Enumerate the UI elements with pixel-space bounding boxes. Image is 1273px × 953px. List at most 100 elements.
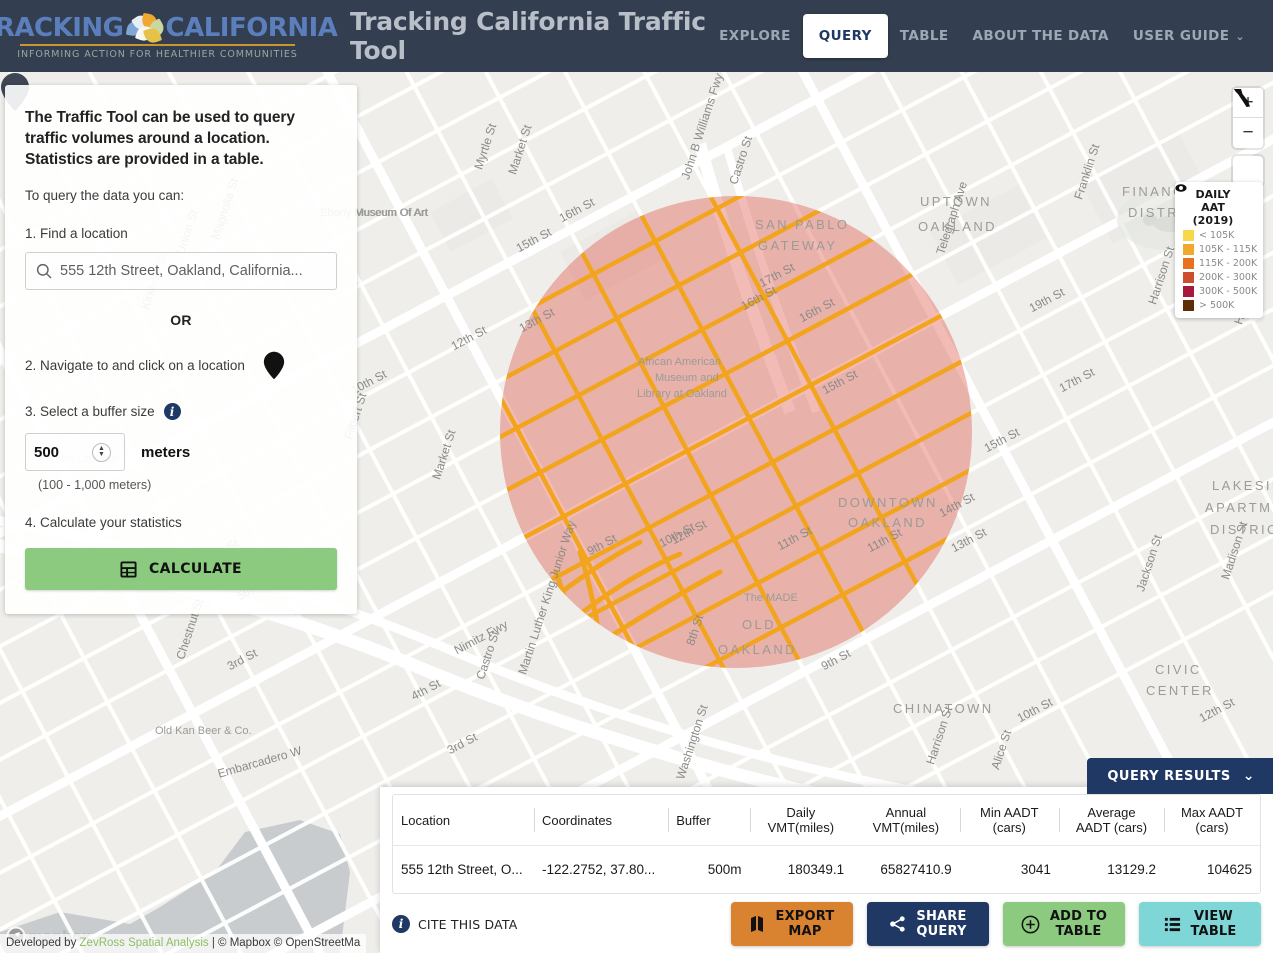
nav-item-explore[interactable]: EXPLORE bbox=[707, 19, 803, 53]
share-query-button[interactable]: SHARE QUERY bbox=[867, 902, 989, 946]
cell-daily-vmt: 180349.1 bbox=[750, 846, 853, 894]
step-1-label: 1. Find a location bbox=[25, 226, 337, 241]
legend-label: 300K - 500K bbox=[1199, 286, 1257, 297]
col-min-aadt: Min AADT (cars) bbox=[960, 795, 1059, 846]
nav-item-user-guide-label: USER GUIDE bbox=[1133, 28, 1230, 44]
export-map-button[interactable]: EXPORT MAP bbox=[731, 902, 853, 946]
step-2-label: 2. Navigate to and click on a location bbox=[25, 358, 245, 373]
tracking-california-logo[interactable]: TRACKING CALIFORNIA INFORMING ACTION FOR… bbox=[20, 13, 295, 60]
share-icon bbox=[889, 915, 906, 933]
legend-label: 200K - 300K bbox=[1199, 272, 1257, 283]
main-nav: EXPLORE QUERY TABLE ABOUT THE DATA USER … bbox=[707, 14, 1257, 58]
buffer-size-input[interactable] bbox=[34, 444, 92, 461]
legend-label: > 500K bbox=[1199, 300, 1234, 311]
view-table-button[interactable]: VIEW TABLE bbox=[1139, 902, 1261, 946]
cell-location: 555 12th Street, O... bbox=[393, 846, 534, 894]
nav-item-user-guide[interactable]: USER GUIDE ⌄ bbox=[1121, 19, 1257, 53]
legend-swatch bbox=[1183, 272, 1194, 283]
legend-swatch bbox=[1183, 258, 1194, 269]
legend-label: 105K - 115K bbox=[1199, 244, 1257, 255]
panel-subtitle: To query the data you can: bbox=[25, 188, 337, 203]
legend-item: > 500K bbox=[1183, 300, 1255, 311]
legend-item: < 105K bbox=[1183, 230, 1255, 241]
map-pin-icon bbox=[263, 351, 285, 380]
nav-item-table[interactable]: TABLE bbox=[888, 19, 961, 53]
legend-swatch bbox=[1183, 300, 1194, 311]
cell-coordinates: -122.2752, 37.80... bbox=[534, 846, 668, 894]
chevron-down-icon: ⌄ bbox=[1235, 30, 1245, 43]
export-map-label: EXPORT MAP bbox=[776, 909, 835, 939]
legend-swatch bbox=[1183, 230, 1194, 241]
query-results-toggle-label: QUERY RESULTS bbox=[1107, 769, 1230, 784]
panel-intro-text: The Traffic Tool can be used to query tr… bbox=[25, 107, 337, 170]
col-daily-vmt: Daily VMT(miles) bbox=[750, 795, 853, 846]
calculate-button-label: CALCULATE bbox=[149, 561, 242, 577]
or-divider-label: OR bbox=[25, 312, 337, 328]
col-divider bbox=[534, 808, 535, 832]
legend-title: DAILY AAT (2019) bbox=[1183, 188, 1255, 227]
attrib-developer-link[interactable]: ZevRoss Spatial Analysis bbox=[80, 937, 209, 949]
zoom-out-button[interactable]: − bbox=[1233, 118, 1263, 148]
cite-this-data-button[interactable]: i CITE THIS DATA bbox=[392, 915, 518, 933]
legend-label: < 105K bbox=[1199, 230, 1234, 241]
nav-item-about-the-data[interactable]: ABOUT THE DATA bbox=[961, 19, 1121, 53]
nav-item-query[interactable]: QUERY bbox=[803, 14, 888, 58]
plus-circle-icon bbox=[1021, 915, 1040, 934]
col-divider bbox=[1059, 808, 1060, 832]
legend-item: 200K - 300K bbox=[1183, 272, 1255, 283]
col-max-aadt: Max AADT (cars) bbox=[1164, 795, 1260, 846]
cell-max-aadt: 104625 bbox=[1164, 846, 1260, 894]
search-icon bbox=[36, 263, 52, 279]
legend-title-line1: DAILY AAT bbox=[1183, 188, 1243, 214]
step-2-row: 2. Navigate to and click on a location bbox=[25, 351, 337, 380]
add-to-table-button[interactable]: ADD TO TABLE bbox=[1003, 902, 1125, 946]
attrib-rest: | © Mapbox © OpenStreetMa bbox=[209, 937, 361, 949]
query-results-toggle[interactable]: QUERY RESULTS ⌄ bbox=[1087, 758, 1273, 794]
cell-buffer: 500m bbox=[668, 846, 749, 894]
action-buttons: EXPORT MAP SHARE QUERY bbox=[731, 902, 1261, 946]
map-zoom-controls: + − bbox=[1233, 88, 1263, 186]
cell-average-aadt: 13129.2 bbox=[1059, 846, 1164, 894]
table-row: 555 12th Street, O... -122.2752, 37.80..… bbox=[393, 846, 1260, 894]
col-location: Location bbox=[393, 795, 534, 846]
results-table-wrapper: Location Coordinates Buffer Daily bbox=[392, 794, 1261, 894]
buffer-units-label: meters bbox=[141, 444, 190, 461]
location-search-box[interactable] bbox=[25, 252, 337, 290]
logo-word-tracking: TRACKING bbox=[0, 13, 124, 43]
info-icon: i bbox=[392, 915, 410, 933]
cell-annual-vmt: 65827410.9 bbox=[852, 846, 960, 894]
map-legend: DAILY AAT (2019) < 105K 105K - 115K 115K… bbox=[1175, 182, 1263, 318]
legend-item: 115K - 200K bbox=[1183, 258, 1255, 269]
legend-item: 300K - 500K bbox=[1183, 286, 1255, 297]
col-divider bbox=[1164, 808, 1165, 832]
results-action-bar: i CITE THIS DATA EXPORT MAP bbox=[380, 895, 1273, 953]
col-divider bbox=[750, 808, 751, 832]
info-icon[interactable]: i bbox=[164, 403, 181, 420]
page-title: Tracking California Traffic Tool bbox=[350, 7, 707, 65]
poppy-flower-icon bbox=[125, 13, 165, 43]
legend-item: 105K - 115K bbox=[1183, 244, 1255, 255]
search-input[interactable] bbox=[60, 263, 326, 279]
spinner-icon[interactable]: ▲▼ bbox=[92, 443, 111, 462]
map-attribution: Developed by ZevRoss Spatial Analysis | … bbox=[0, 934, 366, 953]
step-3-row: 3. Select a buffer size i bbox=[25, 403, 337, 420]
calculate-button[interactable]: CALCULATE bbox=[25, 548, 337, 590]
col-divider bbox=[668, 808, 669, 832]
add-to-table-label: ADD TO TABLE bbox=[1050, 909, 1107, 939]
attrib-developed-prefix: Developed by bbox=[6, 937, 80, 949]
results-table: Location Coordinates Buffer Daily bbox=[393, 795, 1260, 893]
map-icon bbox=[750, 915, 766, 933]
view-table-label: VIEW TABLE bbox=[1191, 909, 1237, 939]
buffer-size-row: ▲▼ meters bbox=[25, 433, 337, 471]
legend-swatch bbox=[1183, 286, 1194, 297]
logo-tagline: INFORMING ACTION FOR HEALTHIER COMMUNITI… bbox=[17, 49, 297, 60]
buffer-size-stepper[interactable]: ▲▼ bbox=[25, 433, 125, 471]
step-3-label: 3. Select a buffer size bbox=[25, 404, 155, 419]
buffer-circle bbox=[500, 196, 972, 668]
col-annual-vmt: Annual VMT(miles) bbox=[852, 795, 960, 846]
eye-visibility-icon[interactable] bbox=[1175, 182, 1187, 194]
col-coordinates: Coordinates bbox=[534, 795, 668, 846]
cell-min-aadt: 3041 bbox=[960, 846, 1059, 894]
calculator-icon bbox=[120, 561, 137, 578]
col-divider bbox=[960, 808, 961, 832]
